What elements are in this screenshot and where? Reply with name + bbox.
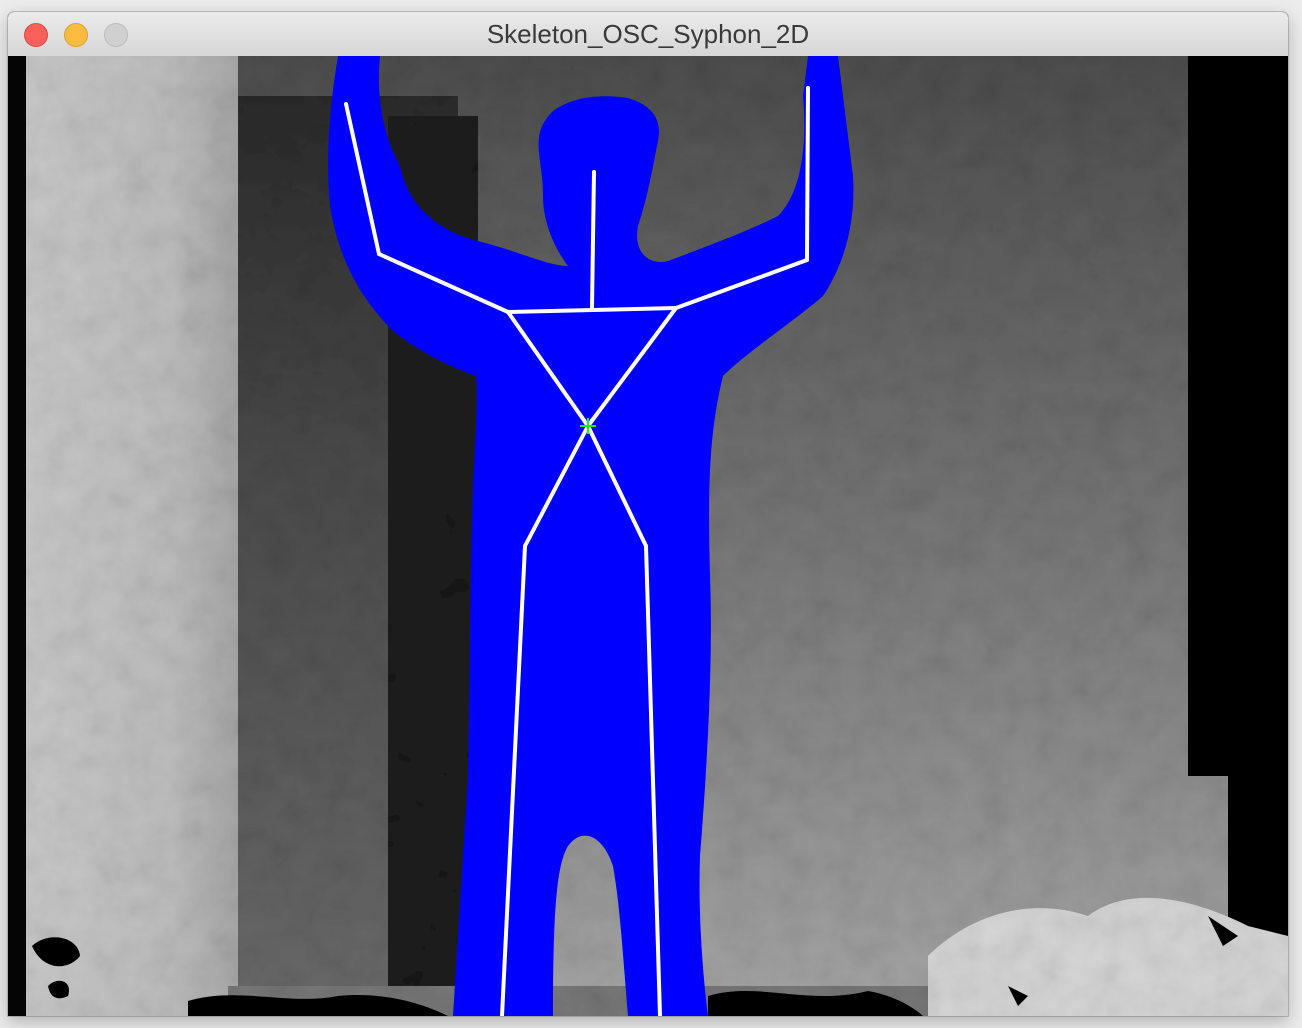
skeleton-right-upper-arm [805,86,810,262]
depth-scene [8,56,1288,1016]
window-title: Skeleton_OSC_Syphon_2D [486,19,810,49]
near-left-wall [26,56,238,1016]
left-edge-void [8,56,26,1016]
far-right-void [1188,56,1288,776]
skeleton-neck [590,170,596,310]
depth-camera-view[interactable] [8,56,1288,1016]
title-bar[interactable]: Skeleton_OSC_Syphon_2D [8,12,1288,57]
app-window: Skeleton_OSC_Syphon_2D [8,12,1288,1016]
